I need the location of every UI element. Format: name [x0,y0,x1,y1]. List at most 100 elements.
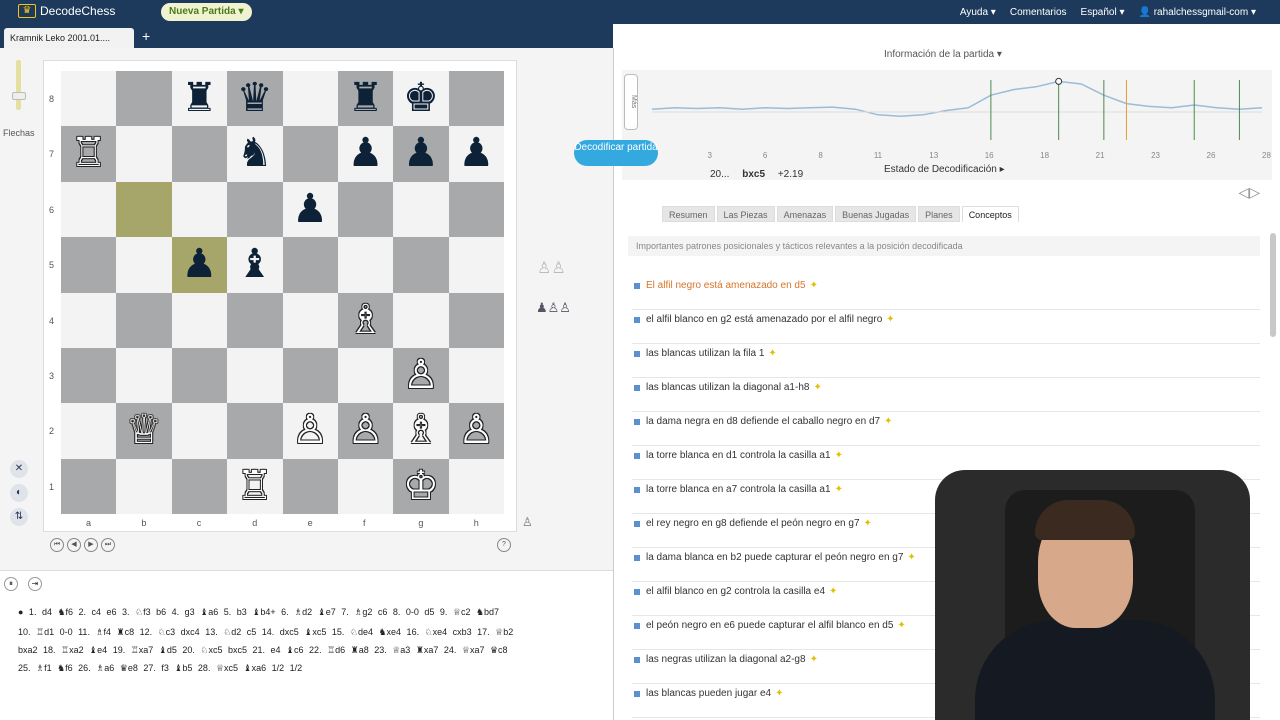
user-menu[interactable]: 👤 rahalchessgmail-com ▾ [1138,7,1256,18]
game-tab[interactable]: Kramnik Leko 2001.01.... [4,28,134,48]
square-h4[interactable] [448,292,505,348]
next-arrow-icon[interactable]: ▷ [1249,184,1260,200]
tab-resumen[interactable]: Resumen [662,206,715,222]
piece-f7[interactable]: ♟ [338,126,393,181]
prev-move-button[interactable]: ◀ [67,538,81,552]
square-h5[interactable] [448,237,505,293]
flip-board-icon[interactable]: ⇅ [10,508,28,526]
square-h3[interactable] [448,348,505,404]
square-f1[interactable] [338,458,394,515]
sparkle-icon[interactable]: ✦ [775,688,783,699]
piece-h2[interactable]: ♙ [449,403,504,458]
square-e7[interactable] [282,126,338,182]
square-a5[interactable] [61,237,117,293]
auto-play-icon[interactable]: ⇥ [28,577,42,591]
concept-item[interactable]: El alfil negro está amenazado en d5 ✦ [632,276,1260,310]
concept-item[interactable]: el alfil blanco en g2 está amenazado por… [632,310,1260,344]
tab-conceptos[interactable]: Conceptos [961,206,1019,222]
sparkle-icon[interactable]: ✦ [886,314,894,325]
piece-g7[interactable]: ♟ [393,126,448,181]
piece-c5[interactable]: ♟ [172,237,227,292]
sparkle-icon[interactable]: ✦ [810,654,818,665]
sparkle-icon[interactable]: ✦ [884,416,892,427]
logo[interactable]: ♛ DecodeChess [18,4,115,18]
square-e4[interactable] [282,292,338,348]
piece-d5[interactable]: ♝ [227,237,282,292]
square-h8[interactable] [448,71,505,127]
decode-status-toggle[interactable]: Estado de Decodificación ▸ [884,164,1005,175]
piece-c8[interactable]: ♜ [172,71,227,126]
piece-g8[interactable]: ♚ [393,71,448,126]
square-e1[interactable] [282,458,338,515]
close-icon[interactable]: ✕ [10,460,28,478]
first-move-button[interactable]: ⏮ [50,538,64,552]
square-c1[interactable] [171,458,228,515]
concept-item[interactable]: las blancas utilizan la fila 1 ✦ [632,344,1260,378]
square-a4[interactable] [61,292,117,348]
move-row[interactable]: 10. ♖d1 0-0 11. ♗f4 ♜c8 12. ♘c3 dxc4 13.… [18,627,513,638]
sparkle-icon[interactable]: ✦ [829,586,837,597]
square-d6[interactable] [227,181,283,238]
square-g4[interactable] [393,292,449,348]
piece-d8[interactable]: ♛ [227,71,282,126]
square-g6[interactable] [393,181,449,238]
square-e5[interactable] [282,237,338,293]
sparkle-icon[interactable]: ✦ [897,620,905,631]
sparkle-icon[interactable]: ✦ [864,518,872,529]
square-b1[interactable] [116,458,172,515]
tab-piezas[interactable]: Las Piezas [716,206,775,222]
piece-e6[interactable]: ♟ [283,182,338,237]
pause-icon[interactable]: ⏸ [4,577,18,591]
piece-f2[interactable]: ♙ [338,403,393,458]
piece-h7[interactable]: ♟ [449,126,504,181]
square-b7[interactable] [116,126,172,182]
piece-a7[interactable]: ♖ [61,126,116,181]
current-eval-point[interactable] [1055,77,1063,85]
piece-g1[interactable]: ♔ [393,459,448,514]
tab-planes[interactable]: Planes [918,206,960,222]
piece-b2[interactable]: ♕ [116,403,171,458]
concept-item[interactable]: la dama negra en d8 defiende el caballo … [632,412,1260,446]
square-f5[interactable] [338,237,394,293]
piece-f4[interactable]: ♗ [338,293,393,348]
square-c7[interactable] [171,126,228,182]
square-f6[interactable] [338,181,394,238]
square-d4[interactable] [227,292,283,348]
last-move-button[interactable]: ⏭ [101,538,115,552]
square-e3[interactable] [282,348,338,404]
move-row[interactable]: ● 1. d4 ♞f6 2. c4 e6 3. ♘f3 b6 4. g3 ♝a6… [18,607,499,618]
comments-menu[interactable]: Comentarios [1010,7,1067,18]
square-c3[interactable] [171,348,228,404]
tab-amenazas[interactable]: Amenazas [776,206,834,222]
brain-icon[interactable]: ◐ [10,484,28,502]
scrollbar[interactable] [1270,233,1276,337]
concept-item[interactable]: las blancas utilizan la diagonal a1-h8 ✦ [632,378,1260,412]
square-h6[interactable] [448,181,505,238]
square-f3[interactable] [338,348,394,404]
square-a8[interactable] [61,71,117,127]
move-row[interactable]: 25. ♗f1 ♞f6 26. ♗a6 ♛e8 27. f3 ♝b5 28. ♕… [18,663,302,674]
square-d2[interactable] [227,403,283,459]
add-tab-icon[interactable]: + [142,28,150,44]
square-e8[interactable] [282,71,338,127]
game-info-toggle[interactable]: Información de la partida ▾ [884,49,1002,60]
help-menu[interactable]: Ayuda ▾ [960,7,996,18]
square-c2[interactable] [171,403,228,459]
max-toggle[interactable]: Más [624,74,638,130]
arrow-slider-track[interactable] [16,60,21,110]
tab-buenas-jugadas[interactable]: Buenas Jugadas [835,206,917,222]
sparkle-icon[interactable]: ✦ [835,484,843,495]
sparkle-icon[interactable]: ✦ [813,382,821,393]
square-a2[interactable] [61,403,117,459]
arrow-slider-thumb[interactable] [12,92,26,100]
square-h1[interactable] [448,458,505,515]
square-d3[interactable] [227,348,283,404]
square-c4[interactable] [171,292,228,348]
sparkle-icon[interactable]: ✦ [768,348,776,359]
square-a3[interactable] [61,348,117,404]
chessboard[interactable]: ♜ ♛ ♜ ♚ ♖ ♞ ♟ ♟ ♟ ♟ ♟ ♝ ♗ ♙ ♕ ♙ ♙ ♗ ♙ ♖ ♔ [43,60,517,532]
piece-g3[interactable]: ♙ [393,348,448,403]
sparkle-icon[interactable]: ✦ [810,280,818,291]
move-row[interactable]: bxa2 18. ♖xa2 ♝e4 19. ♖xa7 ♝d5 20. ♘xc5 … [18,645,508,656]
piece-f8[interactable]: ♜ [338,71,393,126]
